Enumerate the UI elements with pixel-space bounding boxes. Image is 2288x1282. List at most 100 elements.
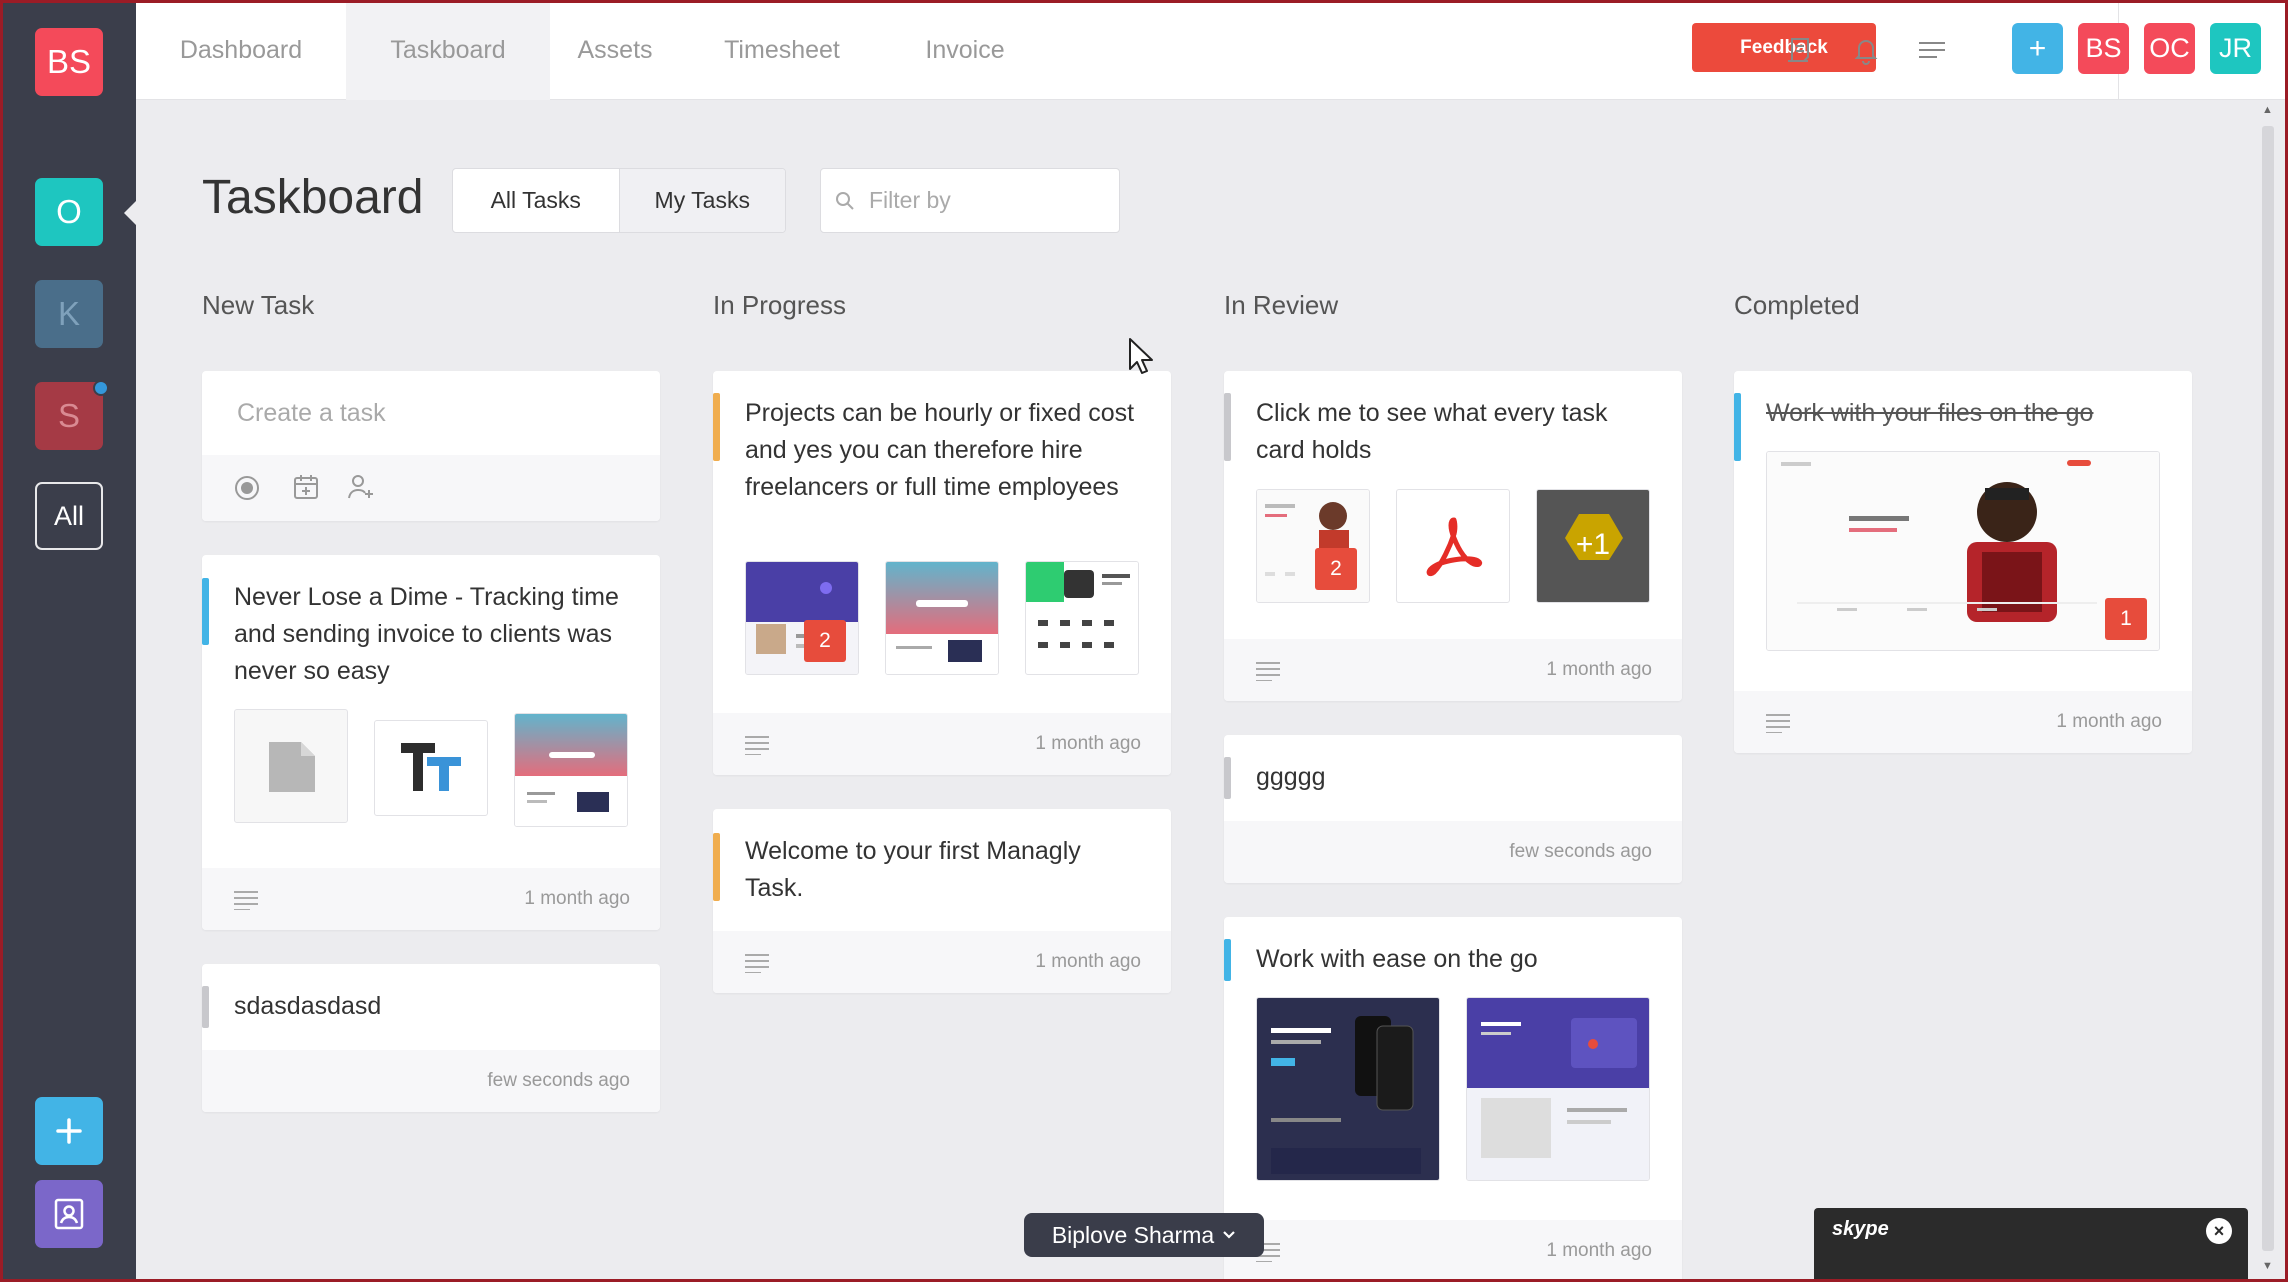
task-card[interactable]: ggggg few seconds ago (1224, 735, 1682, 883)
task-timestamp: 1 month ago (1035, 733, 1141, 754)
attachment-screenshot[interactable] (1025, 561, 1139, 675)
task-timestamp: 1 month ago (1546, 659, 1652, 680)
add-workspace-button[interactable] (35, 1097, 103, 1165)
task-card[interactable]: Projects can be hourly or fixed cost and… (713, 371, 1171, 775)
workspace-bs[interactable]: BS (35, 28, 103, 96)
all-tasks-button[interactable]: All Tasks (453, 169, 619, 232)
task-timestamp: few seconds ago (1509, 841, 1652, 862)
filter-input[interactable] (869, 187, 1099, 214)
task-card[interactable]: Welcome to your first Managly Task. 1 mo… (713, 809, 1171, 993)
active-workspace-indicator (124, 201, 136, 225)
status-icon[interactable] (234, 475, 260, 501)
vertical-scrollbar[interactable]: ▲ ▼ (2258, 100, 2278, 1282)
attachment-file[interactable] (234, 709, 348, 823)
task-card-footer: 1 month ago (1224, 639, 1682, 701)
notes-icon (1788, 38, 1809, 62)
contacts-button[interactable] (35, 1180, 103, 1248)
workspace-all[interactable]: All (35, 482, 103, 550)
avatar-oc[interactable]: OC (2144, 23, 2195, 74)
description-icon (234, 891, 258, 910)
attachment-count-badge: 2 (1315, 548, 1357, 590)
more-attachments-count: +1 (1575, 528, 1611, 561)
chevron-down-icon (1223, 1231, 1235, 1239)
priority-bar (713, 393, 720, 461)
close-icon[interactable]: × (2206, 1218, 2232, 1244)
my-tasks-button[interactable]: My Tasks (618, 169, 785, 232)
attachment-count-badge: 2 (804, 620, 846, 662)
user-name: Biplove Sharma (1051, 1221, 1215, 1248)
notification-dot (93, 380, 109, 396)
website-preview-image (515, 714, 627, 826)
task-title: sdasdasdasd (234, 992, 382, 1020)
workspace-o[interactable]: O (35, 178, 103, 246)
task-card-footer: few seconds ago (1224, 821, 1682, 883)
scroll-up-arrow[interactable]: ▲ (2262, 104, 2273, 116)
font-tt-icon (401, 743, 461, 791)
task-title: Work with ease on the go (1256, 945, 1538, 973)
task-title: ggggg (1256, 763, 1326, 791)
task-card-footer: 1 month ago (713, 931, 1171, 993)
scrollbar-thumb[interactable] (2262, 126, 2274, 1251)
task-filter-toggle: All Tasks My Tasks (452, 168, 786, 233)
description-icon (1256, 662, 1280, 681)
scroll-down-arrow[interactable]: ▼ (2262, 1260, 2273, 1272)
file-icon (269, 742, 315, 792)
attachment-screenshot[interactable] (1466, 997, 1650, 1181)
attachment-count-badge: 1 (2105, 598, 2147, 640)
attachment-screenshot[interactable] (514, 713, 628, 827)
column-title-in-progress: In Progress (713, 290, 846, 320)
top-navigation: Dashboard Taskboard Assets Timesheet Inv… (136, 0, 2288, 100)
skype-widget[interactable]: skype × (1814, 1208, 2248, 1282)
workspace-sidebar: BS O K S All (0, 0, 136, 1282)
calendar-icon[interactable] (292, 473, 320, 501)
avatar-bs[interactable]: BS (2078, 23, 2129, 74)
menu-lines-icon (1919, 42, 1945, 58)
workspace-s-label: S (57, 397, 80, 434)
task-card[interactable]: Click me to see what every task card hol… (1224, 371, 1682, 701)
tab-taskboard[interactable]: Taskboard (346, 0, 550, 100)
priority-bar (1224, 939, 1231, 981)
menu-button[interactable] (1914, 32, 1950, 68)
attachment-screenshot[interactable]: 2 (745, 561, 859, 675)
more-attachments[interactable]: +1 (1536, 489, 1650, 603)
workspace-s[interactable]: S (35, 380, 109, 450)
search-icon (836, 191, 854, 210)
user-menu-button[interactable]: Biplove Sharma (1024, 1213, 1264, 1257)
priority-bar (713, 833, 720, 901)
attachment-screenshot[interactable]: 1 (1766, 451, 2160, 651)
task-timestamp: 1 month ago (524, 888, 630, 909)
attachment-screenshot[interactable]: 2 (1256, 489, 1370, 603)
tab-dashboard[interactable]: Dashboard (136, 0, 346, 100)
tab-timesheet[interactable]: Timesheet (680, 0, 884, 100)
assign-user-icon[interactable] (346, 473, 376, 501)
attachment-screenshot[interactable] (885, 561, 999, 675)
attachment-pdf[interactable] (1396, 489, 1510, 603)
task-card[interactable]: sdasdasdasd few seconds ago (202, 964, 660, 1112)
task-title: Projects can be hourly or fixed cost and… (745, 399, 1135, 501)
task-title: Never Lose a Dime - Tracking time and se… (234, 583, 619, 685)
task-card[interactable]: Never Lose a Dime - Tracking time and se… (202, 555, 660, 930)
create-task-card[interactable]: Create a task (202, 371, 660, 521)
app-preview-image (1257, 998, 1439, 1180)
notifications-button[interactable] (1848, 32, 1884, 68)
add-member-button[interactable]: + (2012, 23, 2063, 74)
workspace-k[interactable]: K (35, 280, 103, 348)
task-card[interactable]: Work with ease on the go 1 month ago (1224, 917, 1682, 1282)
tab-invoice[interactable]: Invoice (884, 0, 1046, 100)
notes-button[interactable] (1782, 32, 1818, 68)
attachment-screenshot[interactable] (1256, 997, 1440, 1181)
website-preview-image (1026, 562, 1138, 648)
pdf-icon (1426, 517, 1483, 577)
tab-assets[interactable]: Assets (550, 0, 680, 100)
filter-field (820, 168, 1120, 233)
description-icon (745, 954, 769, 973)
avatar-jr[interactable]: JR (2210, 23, 2261, 74)
task-timestamp: 1 month ago (1546, 1240, 1652, 1261)
task-title: Welcome to your first Managly Task. (745, 837, 1081, 902)
task-card[interactable]: Work with your files on the go 1 1 month… (1734, 371, 2192, 753)
attachment-font[interactable] (374, 720, 488, 816)
skype-logo: skype (1832, 1218, 1889, 1240)
task-card-footer: 1 month ago (1734, 691, 2192, 753)
description-icon (745, 736, 769, 755)
create-task-input[interactable]: Create a task (237, 399, 386, 428)
